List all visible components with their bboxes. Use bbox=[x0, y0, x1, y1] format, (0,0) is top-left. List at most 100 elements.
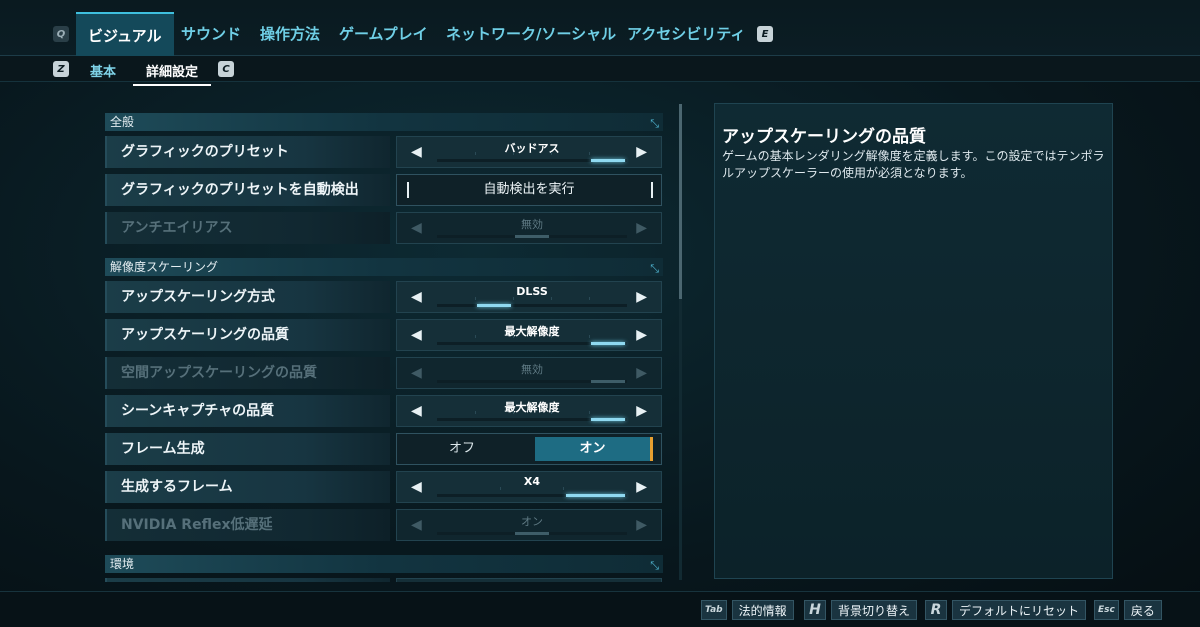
h-key-icon: H bbox=[804, 600, 826, 620]
auto-detect-button[interactable]: 自動検出を実行 bbox=[396, 174, 662, 206]
level-track bbox=[437, 418, 627, 421]
frame-generation-toggle[interactable]: オフ オン bbox=[396, 433, 662, 465]
setting-graphics-preset[interactable]: グラフィックのプリセット ◀ バッドアス ▶ bbox=[105, 136, 663, 168]
level-track bbox=[437, 494, 627, 497]
selector: ◀ 無効 ▶ bbox=[396, 212, 662, 244]
chevron-left-icon[interactable]: ◀ bbox=[411, 144, 422, 160]
setting-label: シーンキャプチャの品質 bbox=[105, 395, 390, 427]
settings-scrollbar[interactable] bbox=[679, 104, 682, 580]
level-fill bbox=[591, 380, 625, 383]
collapse-icon[interactable]: ⤡ bbox=[650, 260, 659, 278]
selector: ◀ 無効 ▶ bbox=[396, 357, 662, 389]
selector[interactable]: ◀ 最大解像度 ▶ bbox=[396, 395, 662, 427]
description-text: ゲームの基本レンダリング解像度を定義します。この設定ではテンポラルアップスケーラ… bbox=[722, 149, 1105, 180]
chevron-left-icon: ◀ bbox=[411, 365, 422, 381]
chevron-right-icon[interactable]: ▶ bbox=[636, 144, 647, 160]
level-fill bbox=[515, 532, 549, 535]
description-panel: アップスケーリングの品質 ゲームの基本レンダリング解像度を定義します。この設定で… bbox=[714, 103, 1113, 579]
button-label: 自動検出を実行 bbox=[483, 182, 575, 197]
chevron-right-icon: ▶ bbox=[636, 517, 647, 533]
selector[interactable]: ◀ X4 ▶ bbox=[396, 471, 662, 503]
selector[interactable]: ◀ DLSS ▶ bbox=[396, 281, 662, 313]
toggle-on-option[interactable]: オン bbox=[535, 437, 653, 461]
bottom-hint-bar: Tab 法的情報 H 背景切り替え R デフォルトにリセット Esc 戻る bbox=[0, 591, 1200, 627]
description-title: アップスケーリングの品質 bbox=[722, 127, 926, 147]
level-fill bbox=[565, 494, 625, 497]
z-key-hint[interactable]: Z bbox=[53, 61, 69, 77]
subtab-advanced[interactable]: 詳細設定 bbox=[133, 61, 211, 86]
setting-upscaling-quality[interactable]: アップスケーリングの品質 ◀ 最大解像度 ▶ bbox=[105, 319, 663, 351]
level-track bbox=[437, 532, 627, 535]
c-key-hint[interactable]: C bbox=[218, 61, 234, 77]
level-track bbox=[437, 159, 627, 162]
setting-label: アンチエイリアス bbox=[105, 212, 390, 244]
selector: ◀ オン ▶ bbox=[396, 509, 662, 541]
section-title: 環境 bbox=[110, 557, 135, 571]
setting-label: 空間アップスケーリングの品質 bbox=[105, 357, 390, 389]
settings-list[interactable]: 全般 ⤡ グラフィックのプリセット ◀ バッドアス ▶ グラフィックのプリセット… bbox=[105, 112, 663, 582]
setting-auto-detect[interactable]: グラフィックのプリセットを自動検出 自動検出を実行 bbox=[105, 174, 663, 206]
tab-accessibility[interactable]: アクセシビリティ bbox=[627, 12, 745, 56]
hint-label: デフォルトにリセット bbox=[952, 600, 1087, 620]
setting-nvidia-reflex: NVIDIA Reflex低遅延 ◀ オン ▶ bbox=[105, 509, 663, 541]
chevron-left-icon: ◀ bbox=[411, 220, 422, 236]
selector-value: オン bbox=[521, 515, 543, 528]
top-tab-bar: Q ビジュアル サウンド 操作方法 ゲームプレイ ネットワーク/ソーシャル アク… bbox=[0, 0, 1200, 56]
chevron-left-icon[interactable]: ◀ bbox=[411, 403, 422, 419]
reset-default-hint[interactable]: R デフォルトにリセット bbox=[925, 599, 1087, 621]
level-fill bbox=[591, 342, 625, 345]
selector-value: バッドアス bbox=[504, 142, 560, 155]
setting-label: アップスケーリング方式 bbox=[105, 281, 390, 313]
chevron-left-icon[interactable]: ◀ bbox=[411, 327, 422, 343]
chevron-right-icon[interactable]: ▶ bbox=[636, 327, 647, 343]
chevron-right-icon[interactable]: ▶ bbox=[636, 289, 647, 305]
chevron-right-icon[interactable]: ▶ bbox=[636, 479, 647, 495]
section-header-resolution-scaling: 解像度スケーリング ⤡ bbox=[105, 258, 663, 276]
setting-frame-generation[interactable]: フレーム生成 オフ オン bbox=[105, 433, 663, 465]
toggle-background-hint[interactable]: H 背景切り替え bbox=[804, 599, 918, 621]
hint-label: 背景切り替え bbox=[831, 600, 918, 620]
level-track bbox=[437, 235, 627, 238]
setting-label: グラフィックのプリセット bbox=[105, 136, 390, 168]
setting-label: NVIDIA Reflex低遅延 bbox=[105, 509, 390, 541]
setting-label: 生成するフレーム bbox=[105, 471, 390, 503]
setting-partial-row[interactable] bbox=[105, 578, 663, 582]
collapse-icon[interactable]: ⤡ bbox=[650, 557, 659, 575]
selector-value: 最大解像度 bbox=[504, 401, 560, 414]
selector-value: 無効 bbox=[521, 363, 543, 376]
tab-sound[interactable]: サウンド bbox=[181, 12, 241, 56]
setting-anti-aliasing: アンチエイリアス ◀ 無効 ▶ bbox=[105, 212, 663, 244]
level-track bbox=[437, 304, 627, 307]
e-key-hint[interactable]: E bbox=[757, 26, 773, 42]
scrollbar-thumb[interactable] bbox=[679, 104, 682, 299]
section-header-environment: 環境 ⤡ bbox=[105, 555, 663, 573]
tab-key-icon: Tab bbox=[701, 600, 727, 620]
chevron-left-icon: ◀ bbox=[411, 517, 422, 533]
level-fill bbox=[591, 159, 625, 162]
r-key-icon: R bbox=[925, 600, 947, 620]
hint-label: 法的情報 bbox=[731, 600, 794, 620]
chevron-right-icon: ▶ bbox=[636, 365, 647, 381]
tab-gameplay[interactable]: ゲームプレイ bbox=[339, 12, 428, 56]
back-hint[interactable]: Esc 戻る bbox=[1094, 599, 1162, 621]
setting-scene-capture-quality[interactable]: シーンキャプチャの品質 ◀ 最大解像度 ▶ bbox=[105, 395, 663, 427]
collapse-icon[interactable]: ⤡ bbox=[650, 115, 659, 133]
q-key-hint[interactable]: Q bbox=[53, 26, 69, 42]
setting-generated-frames[interactable]: 生成するフレーム ◀ X4 ▶ bbox=[105, 471, 663, 503]
subtab-basic[interactable]: 基本 bbox=[90, 61, 116, 80]
hint-label: 戻る bbox=[1123, 600, 1162, 620]
setting-upscaling-method[interactable]: アップスケーリング方式 ◀ DLSS ▶ bbox=[105, 281, 663, 313]
level-fill bbox=[591, 418, 625, 421]
level-track bbox=[437, 380, 627, 383]
chevron-right-icon[interactable]: ▶ bbox=[636, 403, 647, 419]
section-title: 全般 bbox=[110, 115, 135, 129]
tab-network-social[interactable]: ネットワーク/ソーシャル bbox=[446, 12, 616, 56]
tab-controls[interactable]: 操作方法 bbox=[260, 12, 320, 56]
tab-visual[interactable]: ビジュアル bbox=[76, 12, 174, 56]
chevron-left-icon[interactable]: ◀ bbox=[411, 479, 422, 495]
selector[interactable]: ◀ 最大解像度 ▶ bbox=[396, 319, 662, 351]
chevron-left-icon[interactable]: ◀ bbox=[411, 289, 422, 305]
legal-info-hint[interactable]: Tab 法的情報 bbox=[701, 599, 794, 621]
selector[interactable]: ◀ バッドアス ▶ bbox=[396, 136, 662, 168]
toggle-off-option[interactable]: オフ bbox=[403, 437, 521, 461]
